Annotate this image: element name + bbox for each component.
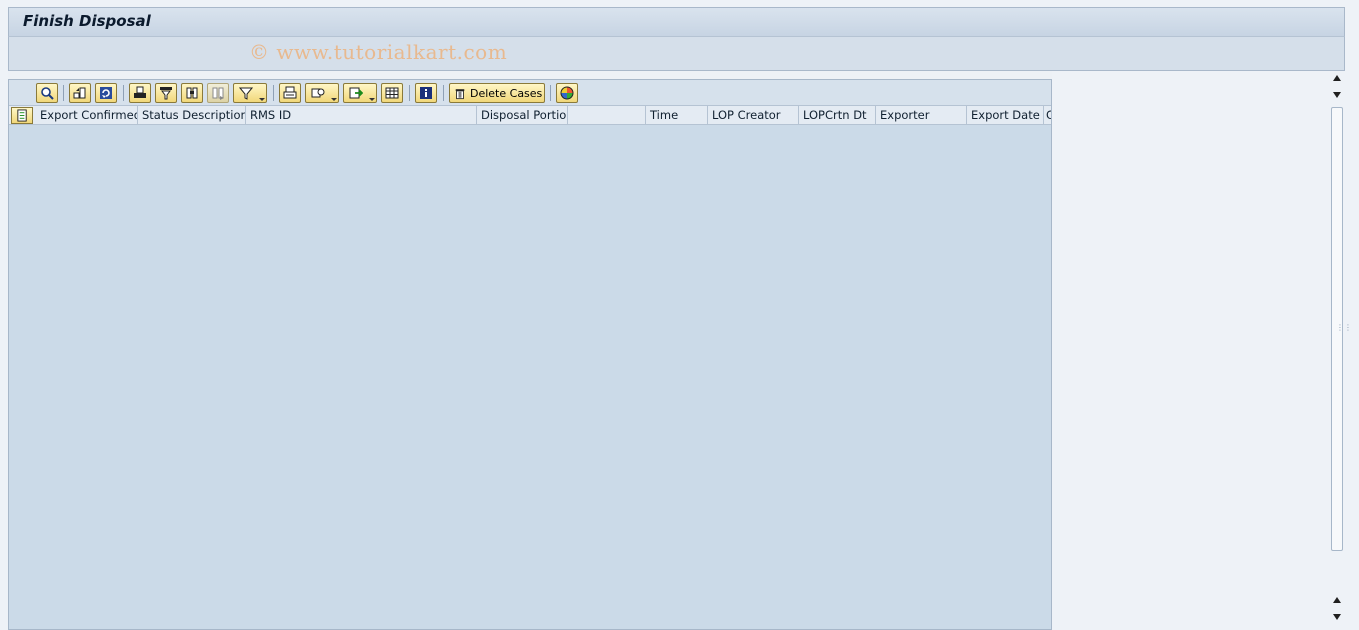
scroll-up-icon[interactable] [1333,75,1341,81]
binoculars-next-icon [212,87,224,100]
grid-icon [385,87,399,99]
column-header-exporter[interactable]: Exporter [876,106,967,124]
application-toolbar: © www.tutorialkart.com [8,37,1345,71]
printer-icon [283,86,297,99]
vertical-scrollbar[interactable]: ⋮⋮ [1329,71,1352,630]
binoculars-icon [186,87,198,99]
column-header-export-confirmed[interactable]: Export Confirmed [36,106,138,124]
info-button[interactable] [415,83,437,103]
sort-asc-icon [73,87,86,99]
alv-toolbar: Delete Cases [9,80,1051,106]
content-area: Delete Cases Export Confirmed Status Des… [8,71,1352,630]
page-title: Finish Disposal [23,12,151,30]
layout-button[interactable] [381,83,403,103]
toolbar-separator [443,85,444,101]
scroll-down-icon[interactable] [1333,92,1341,98]
details-button[interactable] [36,83,58,103]
delete-cases-label: Delete Cases [470,86,543,100]
column-header-unnamed[interactable] [568,106,646,124]
title-bar: Finish Disposal [8,7,1345,37]
alv-grid: Delete Cases Export Confirmed Status Des… [8,79,1052,630]
column-header-lop-creator[interactable]: LOP Creator [708,106,799,124]
column-header-rms-id[interactable]: RMS ID [246,106,477,124]
toolbar-separator [123,85,124,101]
magnifier-icon [41,87,54,100]
column-settings-icon [16,109,27,122]
select-layout-button[interactable] [11,107,33,124]
column-header-truncated[interactable]: C [1044,106,1051,124]
find-button[interactable] [181,83,203,103]
scroll-down-bottom-icon[interactable] [1333,614,1341,620]
filter-icon [160,87,172,100]
info-icon [420,87,432,99]
sort-ascending-button[interactable] [69,83,91,103]
column-header-status-description[interactable]: Status Description [138,106,246,124]
dropdown-arrow-icon [369,98,375,101]
funnel-icon [239,87,253,100]
scroll-up-bottom-icon[interactable] [1333,597,1341,603]
grip-icon: ⋮⋮ [1336,323,1352,332]
refresh-button[interactable] [95,83,117,103]
views-icon [311,88,325,98]
column-header-time[interactable]: Time [646,106,708,124]
print-button[interactable] [279,83,301,103]
right-pane [1052,71,1329,630]
toolbar-separator [63,85,64,101]
toolbar-separator [550,85,551,101]
column-header-export-date[interactable]: Export Date [967,106,1044,124]
print-icon [134,86,146,98]
print-preview-button[interactable] [129,83,151,103]
export-icon [349,87,363,99]
filter-button[interactable] [155,83,177,103]
find-next-button[interactable] [207,83,229,103]
dropdown-arrow-icon [331,98,337,101]
set-filter-button[interactable] [233,83,267,103]
column-header-disposal-portion[interactable]: Disposal Portion [477,106,568,124]
scrollbar-thumb[interactable]: ⋮⋮ [1331,107,1352,551]
color-wheel-icon [560,86,574,100]
toolbar-separator [273,85,274,101]
sap-window: Finish Disposal © www.tutorialkart.com D… [0,0,1359,630]
delete-cases-button[interactable]: Delete Cases [449,83,545,103]
trash-icon [455,88,465,99]
toolbar-separator [409,85,410,101]
views-button[interactable] [305,83,339,103]
watermark: © www.tutorialkart.com [249,40,508,64]
table-body [9,125,1051,629]
refresh-icon [100,87,112,99]
table-header: Export Confirmed Status Description RMS … [9,106,1051,125]
export-button[interactable] [343,83,377,103]
graphic-button[interactable] [556,83,578,103]
dropdown-arrow-icon [259,98,265,101]
column-header-lopcrtn-dt[interactable]: LOPCrtn Dt [799,106,876,124]
